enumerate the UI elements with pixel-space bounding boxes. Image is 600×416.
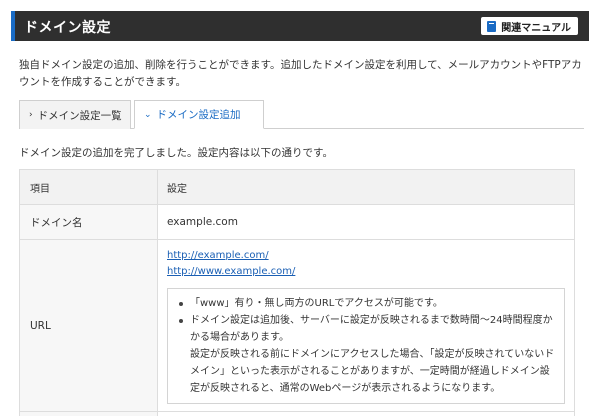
chevron-down-icon: ⌄ xyxy=(144,109,152,120)
note-propagation-display: 設定が反映される前にドメインにアクセスした場合、「設定が反映されていないドメイン… xyxy=(190,349,555,394)
book-icon xyxy=(487,20,497,32)
note-item: 「www」有り・無し両方のURLでアクセスが可能です。 xyxy=(176,295,558,312)
next-row-label xyxy=(20,412,158,416)
table-header-row: 項目 設定 xyxy=(20,170,574,204)
tab-domain-list[interactable]: › ドメイン設定一覧 xyxy=(19,100,131,129)
chevron-right-icon: › xyxy=(29,110,33,120)
tab-domain-list-label: ドメイン設定一覧 xyxy=(37,109,122,122)
header-accent-bar xyxy=(11,11,15,41)
note-item: ドメイン設定は追加後、サーバーに設定が反映されるまで数時間～24時間程度かかる場… xyxy=(176,312,558,397)
tab-bar: › ドメイン設定一覧 ⌄ ドメイン設定追加 xyxy=(19,100,584,129)
header-item: 項目 xyxy=(20,170,158,204)
related-manual-label: 関連マニュアル xyxy=(501,22,571,34)
url-notes-box: 「www」有り・無し両方のURLでアクセスが可能です。 ドメイン設定は追加後、サ… xyxy=(167,288,565,404)
next-row-value xyxy=(158,412,574,416)
header-setting: 設定 xyxy=(167,183,187,195)
intro-text: 独自ドメイン設定の追加、削除を行うことができます。追加したドメイン設定を利用して… xyxy=(19,59,582,88)
related-manual-button[interactable]: 関連マニュアル xyxy=(481,17,578,35)
note-www-access: 「www」有り・無し両方のURLでアクセスが可能です。 xyxy=(190,298,443,309)
note-propagation-time: ドメイン設定は追加後、サーバーに設定が反映されるまで数時間～24時間程度かかる場… xyxy=(190,315,553,343)
domain-name-label: ドメイン名 xyxy=(20,205,158,239)
table-row: ドメイン名 example.com xyxy=(20,204,574,239)
result-table: 項目 設定 ドメイン名 example.com URL http://examp… xyxy=(19,169,575,416)
table-row: URL http://example.com/ http://www.examp… xyxy=(20,239,574,411)
domain-name-value: example.com xyxy=(167,216,238,228)
url-label: URL xyxy=(20,240,158,411)
url-link-www-example[interactable]: http://www.example.com/ xyxy=(167,264,565,280)
page-title: ドメイン設定 xyxy=(24,20,111,36)
page-header: ドメイン設定 関連マニュアル xyxy=(11,11,589,41)
completion-message: ドメイン設定の追加を完了しました。設定内容は以下の通りです。 xyxy=(19,147,333,159)
tab-domain-add[interactable]: ⌄ ドメイン設定追加 xyxy=(134,100,264,129)
tab-domain-add-label: ドメイン設定追加 xyxy=(156,109,241,121)
url-link-example[interactable]: http://example.com/ xyxy=(167,248,565,264)
url-value-cell: http://example.com/ http://www.example.c… xyxy=(158,240,574,411)
table-row xyxy=(20,411,574,416)
